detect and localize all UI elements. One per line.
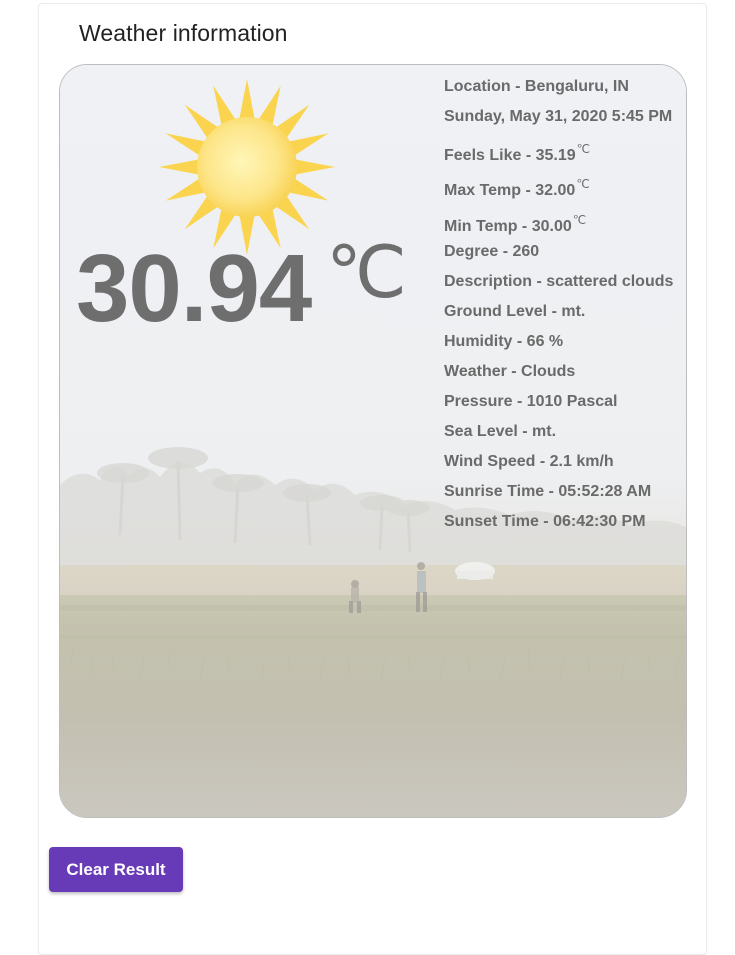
max-temp-text: Max Temp - 32.00℃ xyxy=(444,177,590,200)
temperature-unit: ℃ xyxy=(326,233,407,313)
location-text: Location - Bengaluru, IN xyxy=(444,78,629,95)
min-temp-text: Min Temp - 30.00℃ xyxy=(444,213,586,236)
page-title: Weather information xyxy=(79,20,288,46)
feels-like-text: Feels Like - 35.19℃ xyxy=(444,142,590,165)
min-temp-unit: ℃ xyxy=(572,213,587,227)
wind-speed-text: Wind Speed - 2.1 km/h xyxy=(444,453,614,470)
ground-level-text: Ground Level - mt. xyxy=(444,303,586,320)
feels-like-unit: ℃ xyxy=(576,142,591,156)
humidity-text: Humidity - 66 % xyxy=(444,333,564,350)
sea-level-text: Sea Level - mt. xyxy=(444,423,557,440)
max-temp-value: Max Temp - 32.00 xyxy=(444,182,576,199)
description-text: Description - scattered clouds xyxy=(444,273,674,290)
background-overlay xyxy=(60,65,686,817)
weather-card: 30.94 ℃ Location - Bengaluru, IN Sunday,… xyxy=(59,64,687,818)
sunset-text: Sunset Time - 06:42:30 PM xyxy=(444,513,646,530)
datetime-text: Sunday, May 31, 2020 5:45 PM xyxy=(444,108,673,125)
sunrise-text: Sunrise Time - 05:52:28 AM xyxy=(444,483,652,500)
degree-text: Degree - 260 xyxy=(444,243,540,260)
current-temperature: 30.94 xyxy=(76,235,312,342)
pressure-text: Pressure - 1010 Pascal xyxy=(444,393,618,410)
sun-icon xyxy=(159,79,335,255)
feels-like-value: Feels Like - 35.19 xyxy=(444,147,576,164)
max-temp-unit: ℃ xyxy=(576,177,590,191)
min-temp-value: Min Temp - 30.00 xyxy=(444,218,572,235)
clear-result-button[interactable]: Clear Result xyxy=(49,847,183,892)
weather-text: Weather - Clouds xyxy=(444,363,576,380)
